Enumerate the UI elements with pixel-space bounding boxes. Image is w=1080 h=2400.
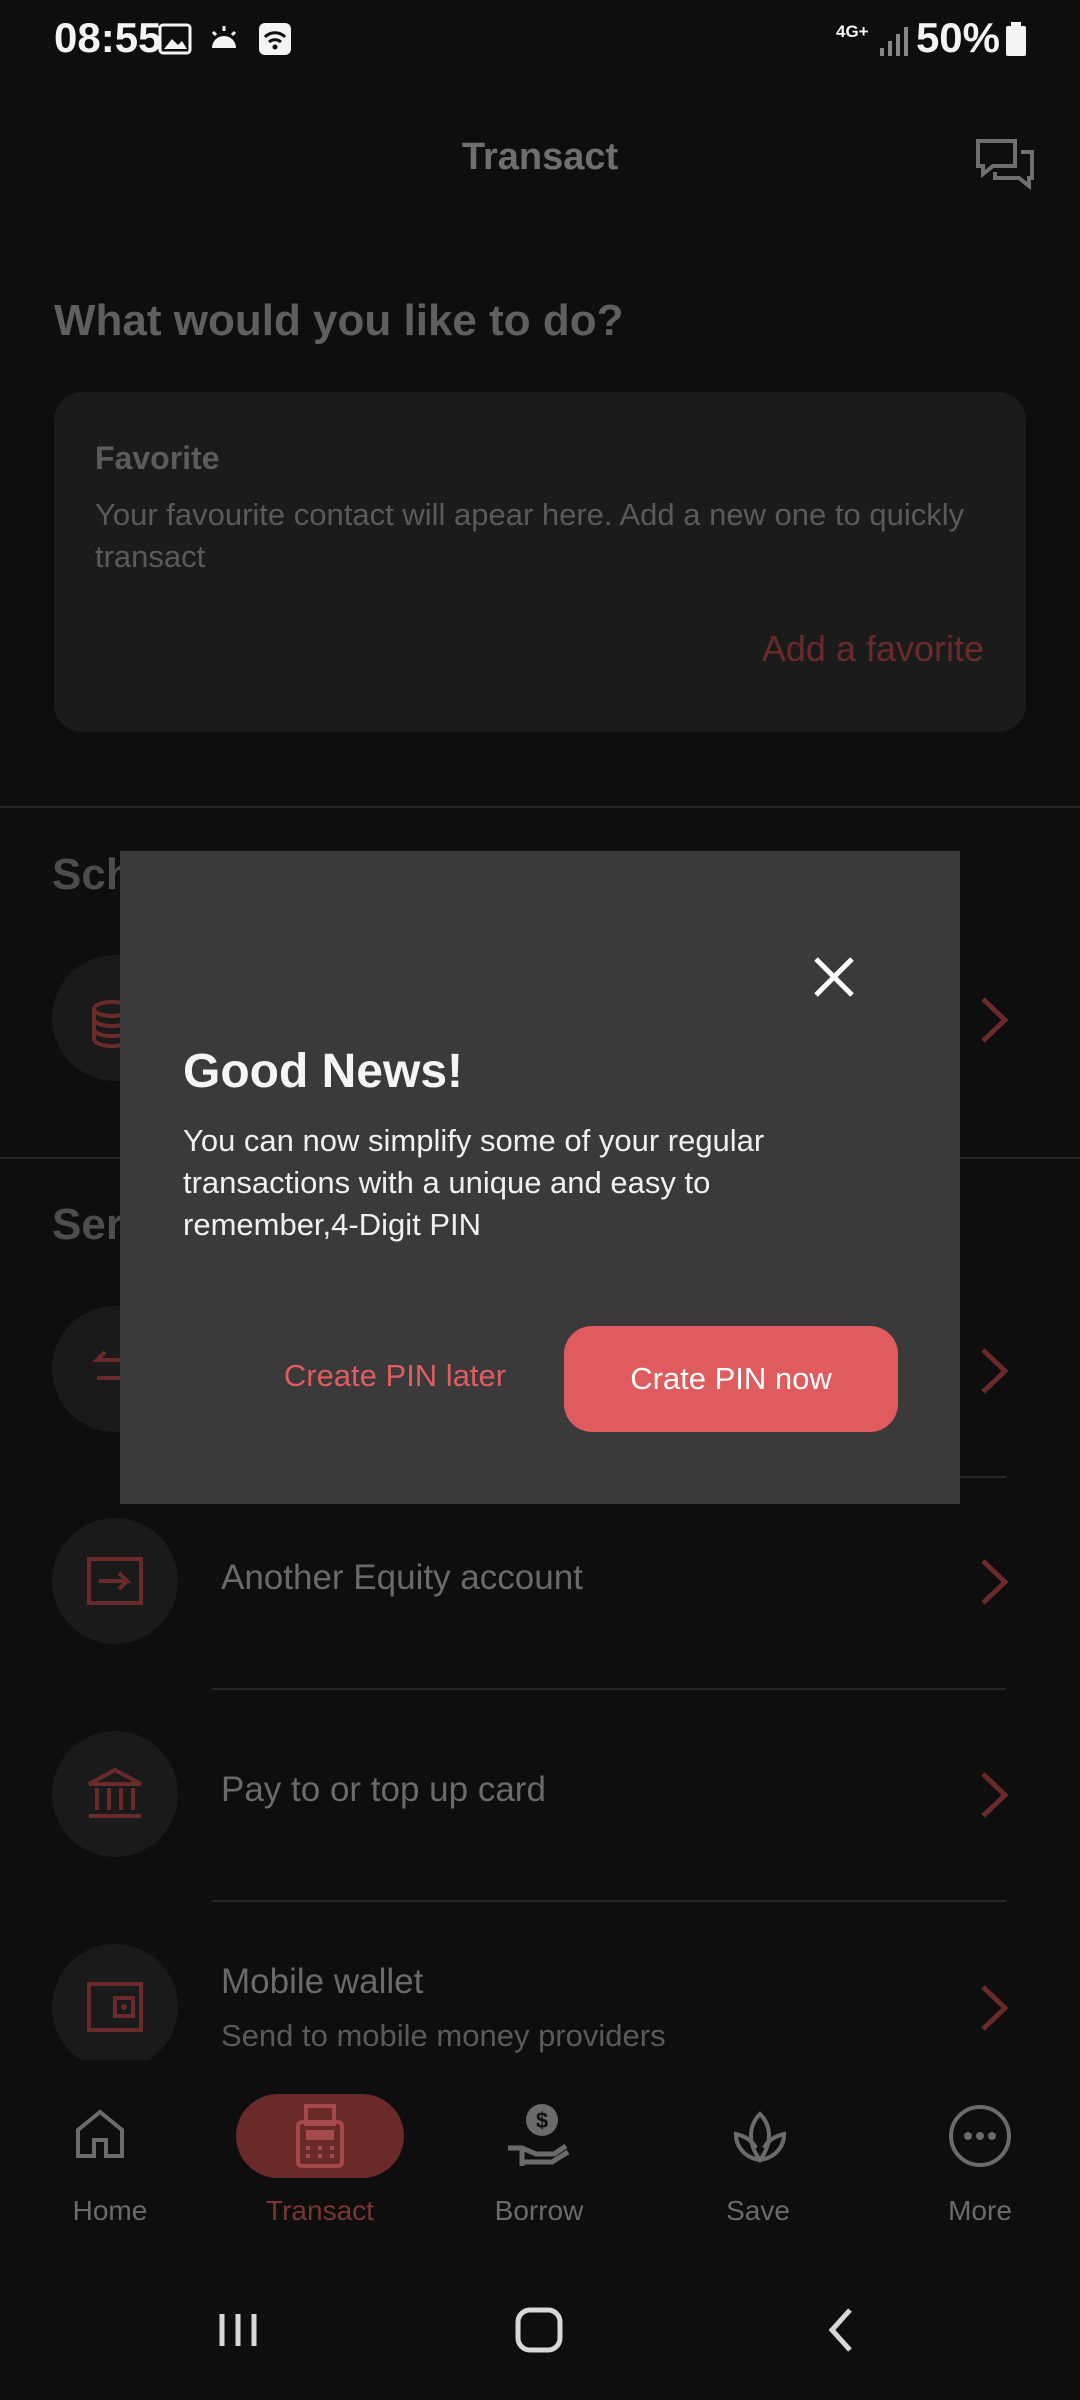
transfer-in-icon <box>87 1557 143 1605</box>
status-bar: 08:55 4G+ 50% <box>0 0 1080 80</box>
recent-apps-icon[interactable] <box>210 2300 270 2360</box>
create-pin-now-button[interactable]: Crate PIN now <box>564 1326 898 1432</box>
dialog-title: Good News! <box>183 1045 464 1098</box>
send-heading: Ser <box>52 1200 123 1249</box>
wallet-icon-circle[interactable] <box>52 1944 178 2070</box>
bank-icon-circle[interactable] <box>52 1731 178 1857</box>
nav-home[interactable]: Home <box>0 2195 220 2227</box>
status-time: 08:55 <box>54 14 162 61</box>
svg-text:$: $ <box>536 2108 548 2133</box>
chat-icon[interactable] <box>975 138 1035 194</box>
transfer-in-icon-circle[interactable] <box>52 1518 178 1644</box>
nav-save[interactable]: Save <box>648 2195 868 2227</box>
favorite-title: Favorite <box>95 440 220 476</box>
chevron-right-icon[interactable] <box>975 1983 1015 2033</box>
chevron-right-icon[interactable] <box>975 1770 1015 1820</box>
chevron-right-icon[interactable] <box>975 1346 1015 1396</box>
more-dots-icon[interactable] <box>948 2104 1012 2168</box>
hand-money-icon[interactable]: $ <box>506 2102 570 2170</box>
weather-icon <box>211 26 237 48</box>
nav-borrow[interactable]: Borrow <box>429 2195 649 2227</box>
signal-icon <box>880 27 908 56</box>
nav-transact[interactable]: Transact <box>210 2195 430 2227</box>
close-icon[interactable] <box>808 951 860 1003</box>
network-type: 4G+ <box>836 22 869 41</box>
add-favorite-link[interactable]: Add a favorite <box>762 628 984 670</box>
page-title: Transact <box>461 136 619 178</box>
home-button-icon[interactable] <box>508 2300 572 2360</box>
chevron-right-icon[interactable] <box>975 1557 1015 1607</box>
back-icon[interactable] <box>812 2300 872 2360</box>
favorite-description: Your favourite contact will apear here. … <box>95 497 965 574</box>
row-divider <box>212 1688 1006 1690</box>
divider <box>0 806 1080 808</box>
nav-more[interactable]: More <box>870 2195 1080 2227</box>
row-label[interactable]: Mobile wallet <box>221 1962 423 2002</box>
battery-percent: 50% <box>915 14 1000 61</box>
gallery-icon <box>158 23 192 55</box>
section-heading: What would you like to do? <box>54 296 624 345</box>
row-divider <box>212 1900 1006 1902</box>
row-sublabel: Send to mobile money providers <box>221 2018 666 2053</box>
battery-icon <box>1006 22 1026 56</box>
bank-icon <box>88 1767 142 1818</box>
create-pin-later-button[interactable]: Create PIN later <box>240 1326 550 1426</box>
row-label[interactable]: Pay to or top up card <box>221 1770 546 1810</box>
wallet-icon <box>87 1982 143 2032</box>
wifi-icon <box>259 23 291 55</box>
dialog-body: You can now simplify some of your regula… <box>183 1123 765 1242</box>
pos-terminal-icon[interactable] <box>294 2104 346 2168</box>
home-icon[interactable] <box>74 2108 126 2160</box>
chevron-right-icon[interactable] <box>975 995 1015 1045</box>
leaf-icon[interactable] <box>732 2110 788 2166</box>
row-label[interactable]: Another Equity account <box>221 1558 583 1598</box>
